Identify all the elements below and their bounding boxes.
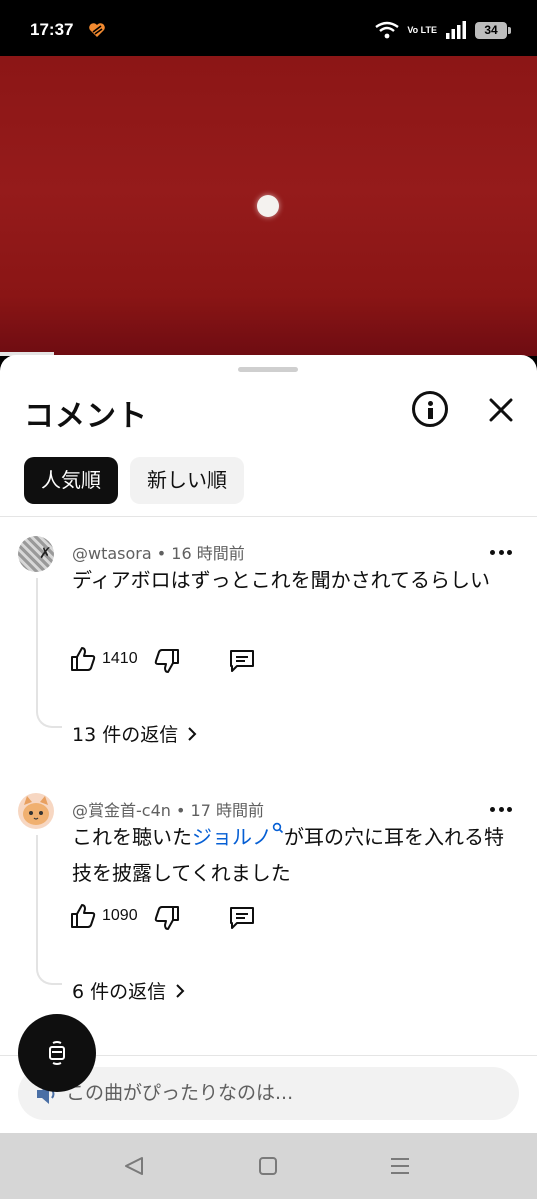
drag-handle[interactable] xyxy=(238,367,298,372)
thread-line xyxy=(36,578,62,728)
comment-author[interactable]: @賞金首-c4n xyxy=(72,801,171,820)
sort-chips: 人気順 新しい順 xyxy=(24,457,244,504)
thumbs-up-icon[interactable] xyxy=(70,903,96,929)
system-nav-bar xyxy=(0,1133,537,1199)
comment-text: これを聴いたジョルノ が耳の穴に耳を入れる特技を披露してくれました xyxy=(72,819,512,891)
signal-icon xyxy=(446,21,466,39)
app-notification-icon xyxy=(89,23,105,37)
status-indicators: Vo LTE 34 xyxy=(375,18,511,42)
rotate-screen-button[interactable] xyxy=(18,1014,96,1092)
menu-lines-icon[interactable] xyxy=(388,1154,412,1178)
home-square-icon[interactable] xyxy=(256,1154,280,1178)
chevron-right-icon xyxy=(176,983,185,998)
thread-line xyxy=(36,835,62,985)
replies-link[interactable]: 13 件の返信 xyxy=(72,720,200,747)
thumbs-down-icon[interactable] xyxy=(154,905,180,931)
divider xyxy=(0,516,537,517)
comment-time: 16 時間前 xyxy=(171,544,245,563)
like-count: 1090 xyxy=(102,907,138,924)
thumbs-down-icon[interactable] xyxy=(154,648,180,674)
wifi-icon xyxy=(375,21,400,39)
comment-item: ✗ @wtasora • 16 時間前 ディアボロはずっとこれを聞かされてるらし… xyxy=(0,536,537,776)
status-time: 17:37 xyxy=(30,20,74,39)
comment-time: 17 時間前 xyxy=(190,801,264,820)
volte-label: Vo LTE xyxy=(407,24,437,35)
search-icon xyxy=(272,823,284,834)
avatar[interactable] xyxy=(18,793,54,829)
close-icon[interactable] xyxy=(486,395,516,425)
screen-rotate-icon xyxy=(49,1041,65,1065)
comments-sheet: コメント 人気順 新しい順 ✗ @wtasora • 16 時間前 ディアボロは… xyxy=(0,355,537,1133)
more-options-icon[interactable] xyxy=(490,807,512,813)
chevron-right-icon xyxy=(188,726,197,741)
thumbs-up-icon[interactable] xyxy=(70,646,96,672)
chip-newest[interactable]: 新しい順 xyxy=(130,457,244,504)
reply-icon[interactable] xyxy=(228,647,256,675)
reply-icon[interactable] xyxy=(228,904,256,932)
comment-meta: @賞金首-c4n • 17 時間前 xyxy=(72,801,264,820)
comment-author[interactable]: @wtasora xyxy=(72,544,152,563)
chip-popular[interactable]: 人気順 xyxy=(24,457,118,504)
replies-link[interactable]: 6 件の返信 xyxy=(72,977,188,1004)
replies-count: 13 件の返信 xyxy=(72,724,179,746)
comment-text: ディアボロはずっとこれを聞かされてるらしい xyxy=(72,568,490,592)
comment-item: @賞金首-c4n • 17 時間前 これを聴いたジョルノ が耳の穴に耳を入れる特技… xyxy=(0,793,537,1033)
sheet-title: コメント xyxy=(24,399,148,434)
replies-count: 6 件の返信 xyxy=(72,981,167,1003)
status-bar: 17:37 Vo LTE 34 xyxy=(0,0,537,56)
info-icon[interactable] xyxy=(412,391,448,427)
battery-indicator: 34 xyxy=(475,21,511,39)
search-link[interactable]: ジョルノ xyxy=(192,823,284,849)
comment-input[interactable]: この曲がぴったりなのは... xyxy=(18,1067,519,1120)
avatar[interactable]: ✗ xyxy=(18,536,54,572)
comment-meta: @wtasora • 16 時間前 xyxy=(72,544,245,563)
back-triangle-icon[interactable] xyxy=(122,1154,146,1178)
like-count: 1410 xyxy=(102,650,138,667)
video-player[interactable] xyxy=(0,56,537,356)
video-light-dot xyxy=(257,195,279,217)
more-options-icon[interactable] xyxy=(490,550,512,556)
